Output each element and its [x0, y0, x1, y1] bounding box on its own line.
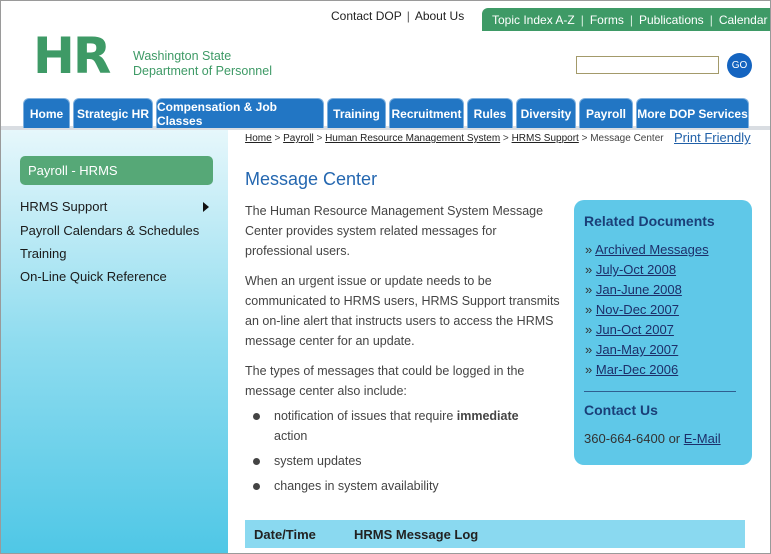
tab-payroll[interactable]: Payroll	[579, 98, 633, 128]
chevron-right-icon: »	[585, 242, 593, 257]
related-item: » Jan-June 2008	[585, 282, 682, 297]
tab-compensation[interactable]: Compensation & Job Classes	[156, 98, 324, 128]
related-link[interactable]: July-Oct 2008	[596, 262, 676, 277]
list-item-emphasis: immediate	[456, 409, 519, 423]
list-item-text-part: notification of issues that require	[274, 409, 457, 423]
breadcrumb-home[interactable]: Home	[245, 133, 272, 144]
related-link[interactable]: Mar-Dec 2006	[596, 362, 678, 377]
related-item: » Nov-Dec 2007	[585, 302, 679, 317]
submenu-arrow-icon	[203, 202, 209, 212]
breadcrumb-sep: >	[578, 133, 591, 144]
tab-home[interactable]: Home	[23, 98, 70, 128]
tab-strategic-hr[interactable]: Strategic HR	[73, 98, 153, 128]
tab-training[interactable]: Training	[327, 98, 386, 128]
sidebar-item-training[interactable]: Training	[20, 246, 66, 261]
chevron-right-icon: »	[585, 342, 593, 357]
related-item: » Jun-Oct 2007	[585, 322, 674, 337]
search-input[interactable]	[576, 56, 719, 74]
alert-paragraph: When an urgent issue or update needs to …	[245, 274, 560, 348]
topic-index-link[interactable]: Topic Index A-Z	[492, 13, 575, 27]
breadcrumb-hrms[interactable]: Human Resource Management System	[325, 133, 500, 144]
tab-recruitment[interactable]: Recruitment	[389, 98, 464, 128]
logo-mark: HR	[33, 27, 111, 85]
contact-info: 360-664-6400 or E-Mail	[584, 431, 721, 446]
related-documents-heading: Related Documents	[584, 213, 715, 229]
list-item-text-part: action	[274, 429, 308, 443]
separator: |	[709, 12, 713, 27]
sidebar-item-payroll-hrms[interactable]: Payroll - HRMS	[20, 156, 213, 185]
related-documents-panel: Related Documents » Archived Messages » …	[574, 200, 752, 465]
breadcrumb-sep: >	[313, 133, 326, 144]
related-link[interactable]: Jan-June 2008	[596, 282, 682, 297]
divider	[584, 391, 736, 392]
list-item-text: changes in system availability	[274, 479, 439, 493]
calendar-link[interactable]: Calendar	[719, 13, 768, 27]
sidebar-item-quick-reference[interactable]: On-Line Quick Reference	[20, 269, 167, 284]
chevron-right-icon: »	[585, 282, 593, 297]
logo-org-name: Washington State Department of Personnel	[133, 49, 272, 79]
breadcrumb-current: Message Center	[590, 133, 664, 144]
types-paragraph: The types of messages that could be logg…	[245, 364, 525, 398]
list-item-text: system updates	[274, 454, 362, 468]
intro-paragraph: The Human Resource Management System Mes…	[245, 204, 544, 258]
page-title: Message Center	[245, 169, 378, 189]
sidebar-item-payroll-calendars[interactable]: Payroll Calendars & Schedules	[20, 223, 199, 238]
related-link-archived[interactable]: Archived Messages	[595, 242, 708, 257]
tab-more-dop-services[interactable]: More DOP Services	[636, 98, 749, 128]
related-item: » Archived Messages	[585, 242, 709, 257]
about-us-link[interactable]: About Us	[415, 9, 464, 23]
breadcrumb-sep: >	[500, 133, 512, 144]
go-button[interactable]: GO	[727, 53, 752, 78]
bullet-icon	[253, 413, 260, 420]
related-link[interactable]: Nov-Dec 2007	[596, 302, 679, 317]
breadcrumb: Home > Payroll > Human Resource Manageme…	[245, 132, 665, 146]
chevron-right-icon: »	[585, 362, 593, 377]
related-item: » Mar-Dec 2006	[585, 362, 678, 377]
sidebar-item-hrms-support[interactable]: HRMS Support	[20, 199, 107, 214]
contact-dop-link[interactable]: Contact DOP	[331, 9, 402, 23]
contact-us-heading: Contact Us	[584, 402, 658, 418]
print-friendly-link[interactable]: Print Friendly	[674, 130, 751, 145]
related-link[interactable]: Jun-Oct 2007	[596, 322, 674, 337]
tab-diversity[interactable]: Diversity	[516, 98, 576, 128]
related-item: » July-Oct 2008	[585, 262, 676, 277]
logo-line-2: Department of Personnel	[133, 64, 272, 78]
breadcrumb-payroll[interactable]: Payroll	[283, 133, 314, 144]
column-header-message-log: HRMS Message Log	[354, 527, 479, 542]
chevron-right-icon: »	[585, 262, 593, 277]
tab-rules[interactable]: Rules	[467, 98, 513, 128]
hr-logo[interactable]: HR Washington State Department of Person…	[33, 27, 288, 85]
forms-link[interactable]: Forms	[590, 13, 624, 27]
browser-frame: Contact DOP | About Us Topic Index A-Z | Fo…	[0, 0, 771, 554]
column-header-datetime: Date/Time	[254, 527, 316, 542]
message-log-table-header: Date/Time HRMS Message Log	[245, 520, 745, 548]
top-green-bar: Topic Index A-Z | Forms | Publications | Ca…	[482, 8, 770, 31]
separator: |	[406, 9, 410, 23]
logo-line-1: Washington State	[133, 49, 232, 63]
utility-links: Contact DOP | About Us	[331, 9, 464, 23]
chevron-right-icon: »	[585, 322, 593, 337]
chevron-right-icon: »	[585, 302, 593, 317]
breadcrumb-hrms-support[interactable]: HRMS Support	[512, 133, 579, 144]
bullet-icon	[253, 458, 260, 465]
bullet-icon	[253, 483, 260, 490]
left-sidebar: Payroll - HRMS HRMS Support Payroll Cale…	[1, 130, 228, 553]
contact-or: or	[664, 431, 684, 446]
separator: |	[580, 12, 584, 27]
breadcrumb-sep: >	[271, 133, 284, 144]
publications-link[interactable]: Publications	[639, 13, 704, 27]
email-link[interactable]: E-Mail	[684, 431, 721, 446]
contact-phone: 360-664-6400	[584, 431, 665, 446]
related-link[interactable]: Jan-May 2007	[596, 342, 678, 357]
list-item-text: notification of issues that require imme…	[274, 406, 554, 446]
related-item: » Jan-May 2007	[585, 342, 678, 357]
separator: |	[629, 12, 633, 27]
